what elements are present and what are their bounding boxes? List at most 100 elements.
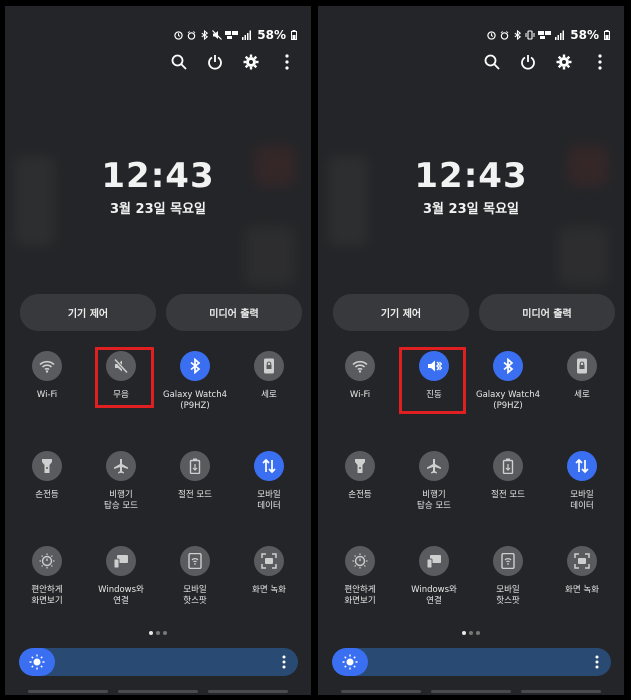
- mute-status-icon: [212, 30, 223, 40]
- media-output-button[interactable]: 미디어 출력: [479, 294, 615, 331]
- tile-label: 무음: [113, 390, 129, 400]
- wifi-icon: [345, 351, 375, 381]
- tile-label: 절전 모드: [178, 490, 212, 500]
- vibrate-icon: [419, 351, 449, 381]
- media-output-button[interactable]: 미디어 출력: [166, 294, 302, 331]
- hotspot-icon: [180, 546, 210, 576]
- status-bar: 58%: [173, 28, 299, 42]
- bluetooth-status-icon: [199, 30, 209, 40]
- search-icon[interactable]: [169, 52, 189, 72]
- tile-airplane[interactable]: 비행기 탑승 모드: [83, 451, 159, 512]
- tile-rotation[interactable]: 세로: [544, 351, 620, 401]
- tile-label: 손전등: [348, 490, 372, 500]
- bluetooth-icon: [180, 351, 210, 381]
- flashlight-icon: [345, 451, 375, 481]
- tile-label: Wi-Fi: [36, 390, 58, 400]
- tile-label: 모바일 핫스팟: [496, 585, 520, 606]
- hd-lte-icon: [225, 30, 239, 40]
- tile-label: 손전등: [35, 490, 59, 500]
- tile-power-saving[interactable]: 절전 모드: [157, 451, 233, 501]
- tile-mobile-data[interactable]: 모바일 데이터: [231, 451, 307, 512]
- more-options-icon[interactable]: [277, 52, 297, 72]
- tile-wifi[interactable]: Wi-Fi: [9, 351, 85, 401]
- tile-link-windows[interactable]: Windows와 연결: [396, 546, 472, 607]
- eye-comfort-icon: [345, 546, 375, 576]
- tile-flashlight[interactable]: 손전등: [9, 451, 85, 501]
- quick-panel-vibrate: 58% 12:43 3월 23일 목요일 기기 제어 미디어 출력 Wi-Fi …: [318, 6, 624, 695]
- search-icon[interactable]: [482, 52, 502, 72]
- status-bar: 58%: [486, 28, 612, 42]
- tile-wifi[interactable]: Wi-Fi: [322, 351, 398, 401]
- portrait-lock-icon: [254, 351, 284, 381]
- page-dot: [156, 631, 160, 635]
- nav-handle[interactable]: [28, 690, 108, 693]
- tile-label: Galaxy Watch4 (P9HZ): [163, 390, 227, 411]
- wifi-icon: [32, 351, 62, 381]
- more-options-icon[interactable]: [590, 52, 610, 72]
- tile-rotation[interactable]: 세로: [231, 351, 307, 401]
- tile-eye-comfort[interactable]: 편안하게 화면보기: [9, 546, 85, 607]
- portrait-lock-icon: [567, 351, 597, 381]
- nav-handle[interactable]: [521, 690, 601, 693]
- clock: 12:43: [414, 156, 528, 196]
- nav-handle[interactable]: [118, 690, 198, 693]
- brightness-slider[interactable]: [19, 648, 298, 676]
- hd-lte-icon: [538, 30, 552, 40]
- tile-screen-record[interactable]: 화면 녹화: [231, 546, 307, 596]
- nav-handle[interactable]: [431, 690, 511, 693]
- device-control-button[interactable]: 기기 제어: [333, 294, 469, 331]
- tile-label: 진동: [426, 390, 442, 400]
- sun-icon: [29, 654, 45, 670]
- tile-label: 절전 모드: [491, 490, 525, 500]
- tile-label: Windows와 연결: [98, 585, 144, 606]
- tile-power-saving[interactable]: 절전 모드: [470, 451, 546, 501]
- airplane-icon: [106, 451, 136, 481]
- nfc-icon: [173, 30, 183, 40]
- bluetooth-icon: [493, 351, 523, 381]
- gear-icon[interactable]: [554, 52, 574, 72]
- gear-icon[interactable]: [241, 52, 261, 72]
- tile-label: 비행기 탑승 모드: [104, 490, 138, 511]
- screen-record-icon: [567, 546, 597, 576]
- battery-saver-icon: [180, 451, 210, 481]
- tile-bluetooth[interactable]: Galaxy Watch4 (P9HZ): [470, 351, 546, 412]
- tile-label: 모바일 데이터: [257, 490, 281, 511]
- brightness-slider[interactable]: [332, 648, 611, 676]
- tile-label: 모바일 데이터: [570, 490, 594, 511]
- bluetooth-status-icon: [512, 30, 522, 40]
- tile-hotspot[interactable]: 모바일 핫스팟: [470, 546, 546, 607]
- tile-sound-vibrate[interactable]: 진동: [396, 351, 472, 401]
- mobile-data-icon: [567, 451, 597, 481]
- tile-flashlight[interactable]: 손전등: [322, 451, 398, 501]
- tile-label: 비행기 탑승 모드: [417, 490, 451, 511]
- battery-icon: [602, 30, 612, 40]
- tile-label: 화면 녹화: [565, 585, 599, 595]
- quick-panel-mute: 58% 12:43 3월 23일 목요일 기기 제어 미디어 출력 Wi-Fi …: [5, 6, 311, 695]
- battery-percent: 58%: [257, 28, 286, 42]
- signal-icon: [242, 30, 252, 40]
- navigation-bar: [318, 690, 624, 693]
- more-options-icon[interactable]: [595, 654, 601, 670]
- power-icon[interactable]: [205, 52, 225, 72]
- tile-screen-record[interactable]: 화면 녹화: [544, 546, 620, 596]
- tile-hotspot[interactable]: 모바일 핫스팟: [157, 546, 233, 607]
- device-control-button[interactable]: 기기 제어: [20, 294, 156, 331]
- tile-sound-mute[interactable]: 무음: [83, 351, 159, 401]
- page-dot: [462, 631, 466, 635]
- power-icon[interactable]: [518, 52, 538, 72]
- mobile-data-icon: [254, 451, 284, 481]
- tile-label: 화면 녹화: [252, 585, 286, 595]
- nav-handle[interactable]: [341, 690, 421, 693]
- tile-link-windows[interactable]: Windows와 연결: [83, 546, 159, 607]
- tile-label: 편안하게 화면보기: [31, 585, 63, 606]
- date: 3월 23일 목요일: [110, 202, 206, 217]
- tile-airplane[interactable]: 비행기 탑승 모드: [396, 451, 472, 512]
- tile-mobile-data[interactable]: 모바일 데이터: [544, 451, 620, 512]
- more-options-icon[interactable]: [282, 654, 288, 670]
- tile-bluetooth[interactable]: Galaxy Watch4 (P9HZ): [157, 351, 233, 412]
- clock: 12:43: [101, 156, 215, 196]
- tile-label: 세로: [261, 390, 277, 400]
- navigation-bar: [5, 690, 311, 693]
- tile-eye-comfort[interactable]: 편안하게 화면보기: [322, 546, 398, 607]
- nav-handle[interactable]: [208, 690, 288, 693]
